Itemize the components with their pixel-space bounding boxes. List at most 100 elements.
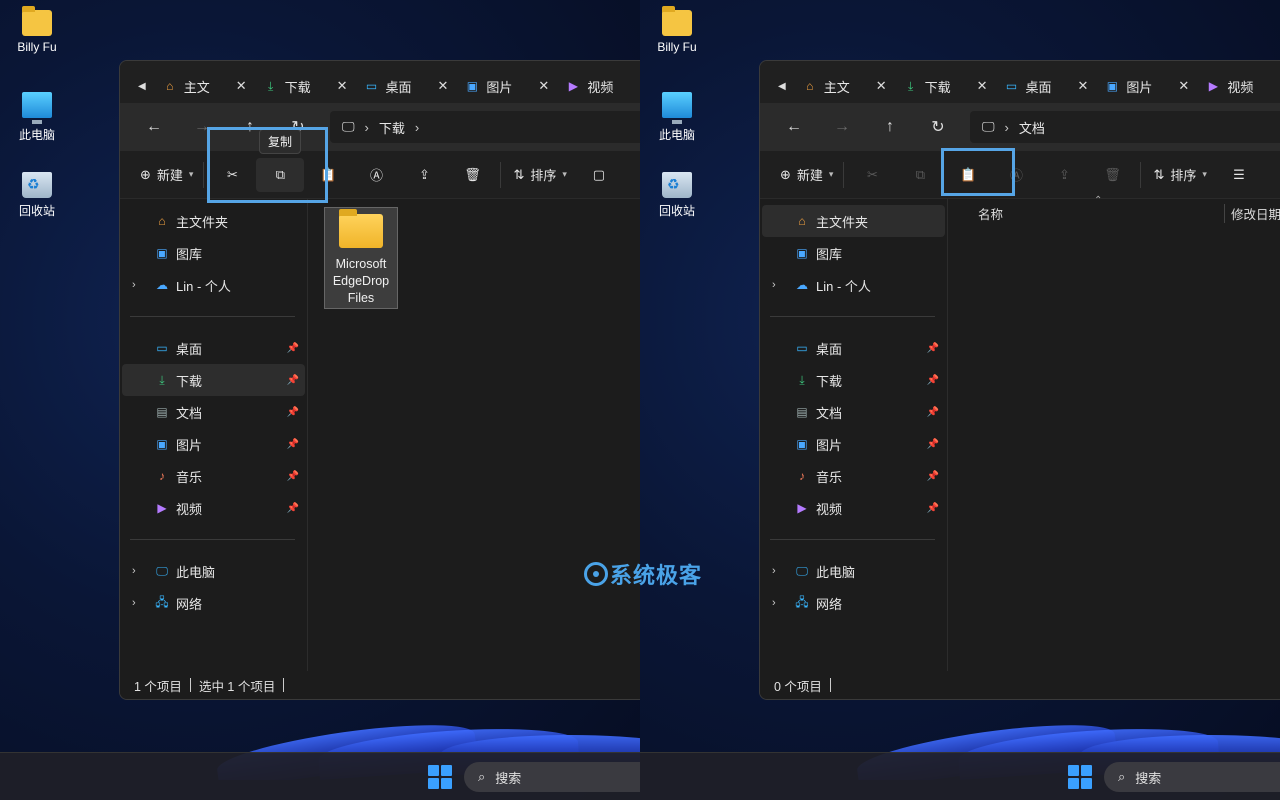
close-icon[interactable]: ✕: [1178, 78, 1189, 94]
sidebar-item-gallery[interactable]: ▣ 图库: [762, 237, 945, 269]
sidebar-item-home[interactable]: ⌂ 主文件夹: [762, 205, 945, 237]
tab-videos[interactable]: ▶视频✕: [1197, 69, 1280, 103]
sidebar-item-network[interactable]: › 🖧 网络: [762, 587, 945, 619]
desktop-icon-this-pc[interactable]: 此电脑: [8, 92, 66, 143]
sidebar-item-desktop[interactable]: ▭ 桌面 📌: [762, 332, 945, 364]
view-button[interactable]: ☰: [1215, 158, 1263, 192]
close-icon[interactable]: ✕: [438, 78, 449, 94]
taskbar-search[interactable]: ⌕ 搜索: [1104, 762, 1280, 792]
start-button[interactable]: [1068, 765, 1092, 789]
pin-icon[interactable]: 📌: [287, 343, 299, 354]
sort-button[interactable]: ⇅ 排序 ▾: [505, 158, 574, 192]
tab-pictures[interactable]: ▣ 图片 ✕: [456, 69, 557, 103]
forward-arrow-icon[interactable]: →: [818, 111, 866, 143]
new-button[interactable]: ⊕ 新建 ▾: [134, 158, 199, 192]
pin-icon[interactable]: 📌: [927, 471, 939, 482]
chevron-right-icon[interactable]: ›: [772, 279, 776, 291]
pin-icon[interactable]: 📌: [287, 439, 299, 450]
back-arrow-icon[interactable]: ←: [770, 111, 818, 143]
pin-icon[interactable]: 📌: [927, 375, 939, 386]
desktop-icon-recycle-bin[interactable]: 回收站: [648, 172, 706, 219]
tab-videos[interactable]: ▶视频✕: [557, 69, 640, 103]
pin-icon[interactable]: 📌: [287, 471, 299, 482]
tab-pictures[interactable]: ▣ 图片 ✕: [1096, 69, 1197, 103]
explorer-window-documents: ◀ ⌂ 主文 ✕ ⤓ 下载 ✕ ▭ 桌面 ✕ ▣ 图片 ✕ ▶ 视频 ✕ ← → ↑ ↻ 🖵 › 文…: [759, 60, 1280, 700]
rename-button[interactable]: Ⓐ: [352, 158, 400, 192]
desktop-icon-recycle-bin[interactable]: 回收站: [8, 172, 66, 219]
sidebar-item-music[interactable]: ♪ 音乐 📌: [762, 460, 945, 492]
tab-desktop[interactable]: ▭ 桌面 ✕: [996, 69, 1097, 103]
pin-icon[interactable]: 📌: [287, 503, 299, 514]
back-arrow-icon[interactable]: ←: [130, 111, 178, 143]
column-header-name[interactable]: 名称: [978, 204, 1003, 223]
chevron-right-icon[interactable]: ›: [132, 565, 136, 577]
file-item-selected[interactable]: Microsoft EdgeDrop Files: [324, 207, 398, 309]
close-icon[interactable]: ✕: [876, 78, 887, 94]
pin-icon[interactable]: 📌: [927, 407, 939, 418]
new-button[interactable]: ⊕ 新建 ▾: [774, 158, 839, 192]
sidebar-item-downloads[interactable]: ⤓ 下载 📌: [122, 364, 305, 396]
sidebar-item-documents[interactable]: ▤ 文档 📌: [762, 396, 945, 428]
sidebar-item-gallery[interactable]: ▣ 图库: [122, 237, 305, 269]
desktop-icon-user-folder[interactable]: Billy Fu: [8, 6, 66, 54]
pin-icon[interactable]: 📌: [287, 375, 299, 386]
view-button[interactable]: ▢: [575, 158, 623, 192]
chevron-right-icon[interactable]: ›: [415, 120, 419, 135]
chevron-right-icon[interactable]: ›: [132, 597, 136, 609]
tab-scroll-left-icon[interactable]: ◀: [778, 81, 786, 92]
chevron-right-icon[interactable]: ›: [1005, 120, 1009, 135]
close-icon[interactable]: ✕: [538, 78, 549, 94]
tab-downloads[interactable]: ⤓ 下载 ✕: [895, 69, 996, 103]
pin-icon[interactable]: 📌: [927, 503, 939, 514]
chevron-right-icon[interactable]: ›: [132, 279, 136, 291]
pin-icon[interactable]: 📌: [927, 343, 939, 354]
chevron-right-icon[interactable]: ›: [772, 597, 776, 609]
close-icon[interactable]: ✕: [236, 78, 247, 94]
close-icon[interactable]: ✕: [337, 78, 348, 94]
tab-scroll-left-icon[interactable]: ◀: [138, 81, 146, 92]
desktop-icon-user-folder[interactable]: Billy Fu: [648, 6, 706, 54]
breadcrumb-current[interactable]: 文档: [1019, 118, 1045, 137]
cut-button[interactable]: ✂: [848, 158, 896, 192]
sidebar-item-this-pc[interactable]: › 🖵 此电脑: [122, 555, 305, 587]
refresh-icon[interactable]: ↻: [914, 111, 962, 143]
desktop-icon-this-pc[interactable]: 此电脑: [648, 92, 706, 143]
address-bar[interactable]: 🖵 › 下载 ›: [330, 111, 640, 143]
column-header-modified[interactable]: 修改日期: [1224, 203, 1280, 223]
sidebar-item-onedrive[interactable]: › ☁ Lin - 个人: [762, 269, 945, 301]
sidebar-item-home[interactable]: ⌂ 主文件夹: [122, 205, 305, 237]
start-button[interactable]: [428, 765, 452, 789]
tab-downloads[interactable]: ⤓ 下载 ✕: [255, 69, 356, 103]
tab-desktop[interactable]: ▭ 桌面 ✕: [356, 69, 457, 103]
sidebar-item-this-pc[interactable]: › 🖵 此电脑: [762, 555, 945, 587]
sidebar-item-pictures[interactable]: ▣ 图片 📌: [122, 428, 305, 460]
taskbar-search[interactable]: ⌕ 搜索: [464, 762, 640, 792]
selected-count: 选中 1 个项目: [198, 679, 276, 694]
tab-home[interactable]: ⌂ 主文 ✕: [154, 69, 255, 103]
sidebar-item-downloads[interactable]: ⤓ 下载 📌: [762, 364, 945, 396]
sidebar-item-videos[interactable]: ▶ 视频 📌: [122, 492, 305, 524]
breadcrumb-current[interactable]: 下载: [379, 118, 405, 137]
up-arrow-icon[interactable]: ↑: [866, 111, 914, 143]
tab-home[interactable]: ⌂ 主文 ✕: [794, 69, 895, 103]
close-icon[interactable]: ✕: [1078, 78, 1089, 94]
share-button[interactable]: ⇪: [400, 158, 448, 192]
sidebar-item-music[interactable]: ♪ 音乐 📌: [122, 460, 305, 492]
sidebar-item-network[interactable]: › 🖧 网络: [122, 587, 305, 619]
delete-button[interactable]: 🗑: [448, 158, 496, 192]
pin-icon[interactable]: 📌: [927, 439, 939, 450]
chevron-right-icon[interactable]: ›: [772, 565, 776, 577]
close-icon[interactable]: ✕: [977, 78, 988, 94]
sidebar-item-documents[interactable]: ▤ 文档 📌: [122, 396, 305, 428]
sidebar-item-pictures[interactable]: ▣ 图片 📌: [762, 428, 945, 460]
chevron-right-icon[interactable]: ›: [365, 120, 369, 135]
sidebar-item-videos[interactable]: ▶ 视频 📌: [762, 492, 945, 524]
pin-icon[interactable]: 📌: [287, 407, 299, 418]
sidebar-item-desktop[interactable]: ▭ 桌面 📌: [122, 332, 305, 364]
copy-button[interactable]: ⧉: [896, 158, 944, 192]
delete-button[interactable]: 🗑: [1088, 158, 1136, 192]
share-button[interactable]: ⇪: [1040, 158, 1088, 192]
address-bar[interactable]: 🖵 › 文档: [970, 111, 1280, 143]
sort-button[interactable]: ⇅ 排序 ▾: [1145, 158, 1214, 192]
sidebar-item-onedrive[interactable]: › ☁ Lin - 个人: [122, 269, 305, 301]
